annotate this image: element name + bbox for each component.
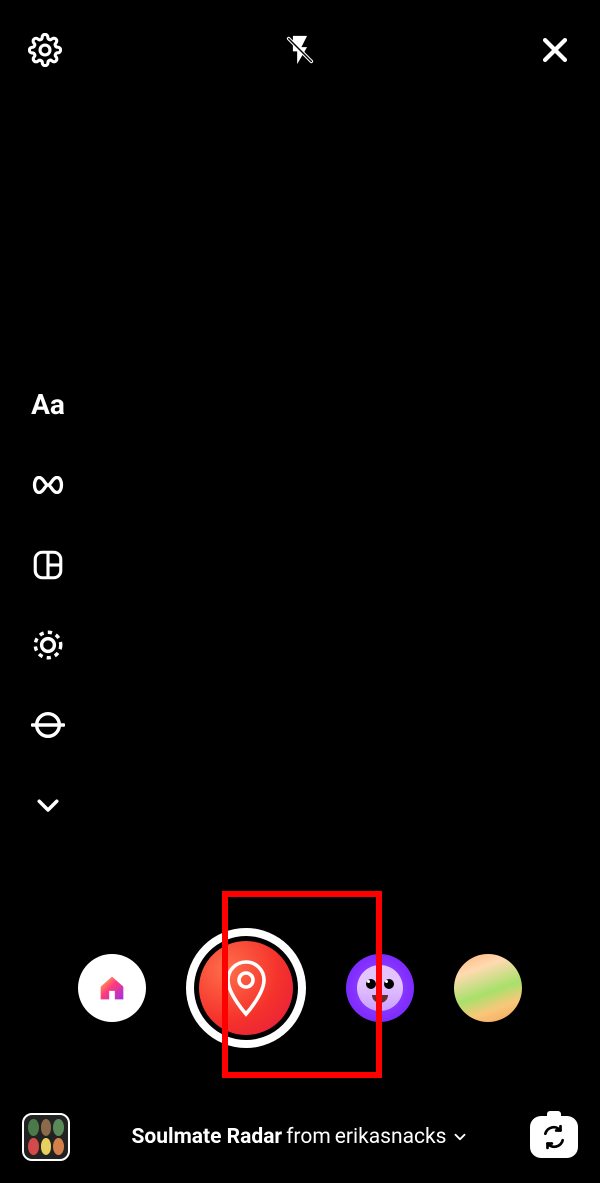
level-icon — [31, 708, 65, 742]
layout-button[interactable] — [28, 545, 68, 585]
filter-carousel[interactable] — [0, 928, 600, 1048]
chevron-down-icon — [451, 1128, 469, 1146]
effect-creator: erikasnacks — [335, 1125, 447, 1149]
text-tool-button[interactable]: Aa — [28, 385, 68, 425]
multicapture-button[interactable] — [28, 625, 68, 665]
flash-toggle-button[interactable] — [280, 30, 320, 70]
filter-face[interactable] — [346, 954, 414, 1022]
switch-camera-icon — [541, 1124, 567, 1150]
level-button[interactable] — [28, 705, 68, 745]
flash-off-icon — [283, 33, 317, 67]
boomerang-button[interactable] — [28, 465, 68, 505]
switch-camera-button[interactable] — [530, 1116, 578, 1158]
more-tools-button[interactable] — [28, 785, 68, 825]
face-icon — [357, 965, 403, 1011]
gear-icon — [28, 33, 62, 67]
side-tools: Aa — [28, 385, 68, 825]
location-pin-icon — [221, 958, 271, 1018]
capture-button[interactable] — [186, 928, 306, 1048]
close-button[interactable] — [535, 30, 575, 70]
close-icon — [538, 33, 572, 67]
layout-icon — [31, 548, 65, 582]
effect-separator: from — [286, 1125, 331, 1149]
filter-home[interactable] — [78, 954, 146, 1022]
infinity-icon — [30, 476, 66, 494]
home-icon — [95, 971, 129, 1005]
effect-title: Soulmate Radar — [131, 1125, 282, 1149]
gallery-button[interactable] — [22, 1113, 70, 1161]
settings-button[interactable] — [25, 30, 65, 70]
chevron-down-icon — [33, 790, 63, 820]
dashed-circle-icon — [31, 628, 65, 662]
effect-name-button[interactable]: Soulmate Radar from erikasnacks — [131, 1125, 468, 1149]
filter-gradient[interactable] — [454, 954, 522, 1022]
